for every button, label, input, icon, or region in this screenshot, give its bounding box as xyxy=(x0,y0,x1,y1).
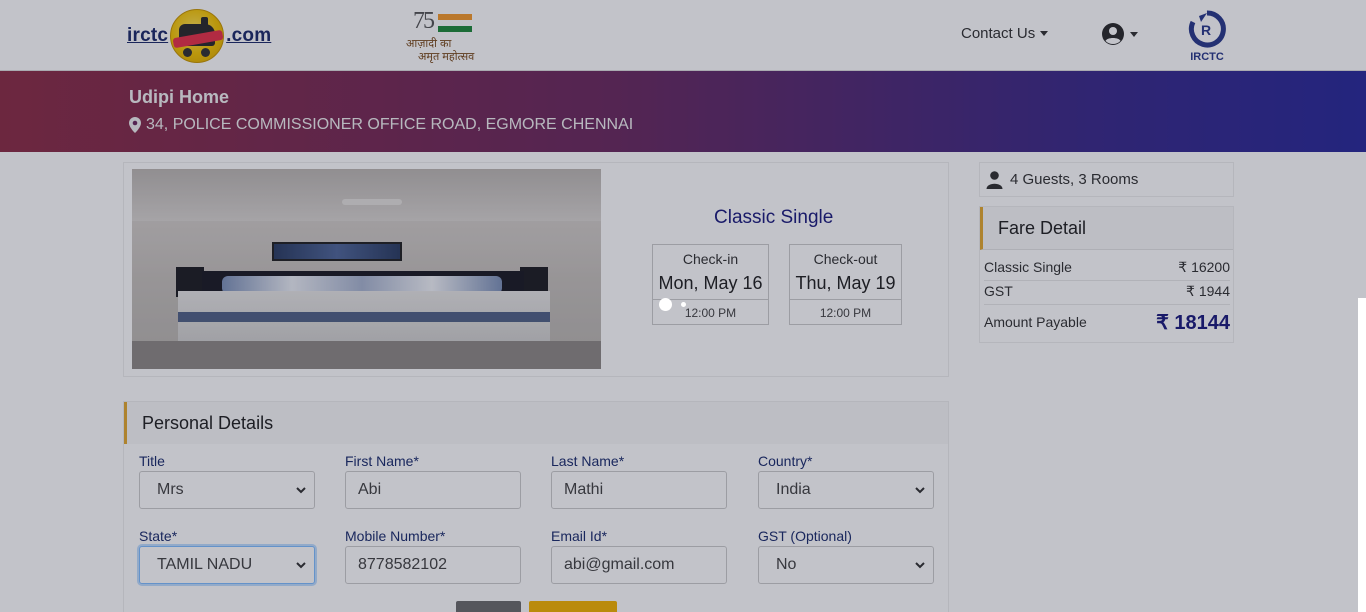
loading-spinner-dot xyxy=(659,298,672,311)
loading-spinner-dot-small xyxy=(681,302,686,307)
loading-overlay xyxy=(0,0,1358,612)
loading-overlay-edge xyxy=(1358,0,1366,298)
